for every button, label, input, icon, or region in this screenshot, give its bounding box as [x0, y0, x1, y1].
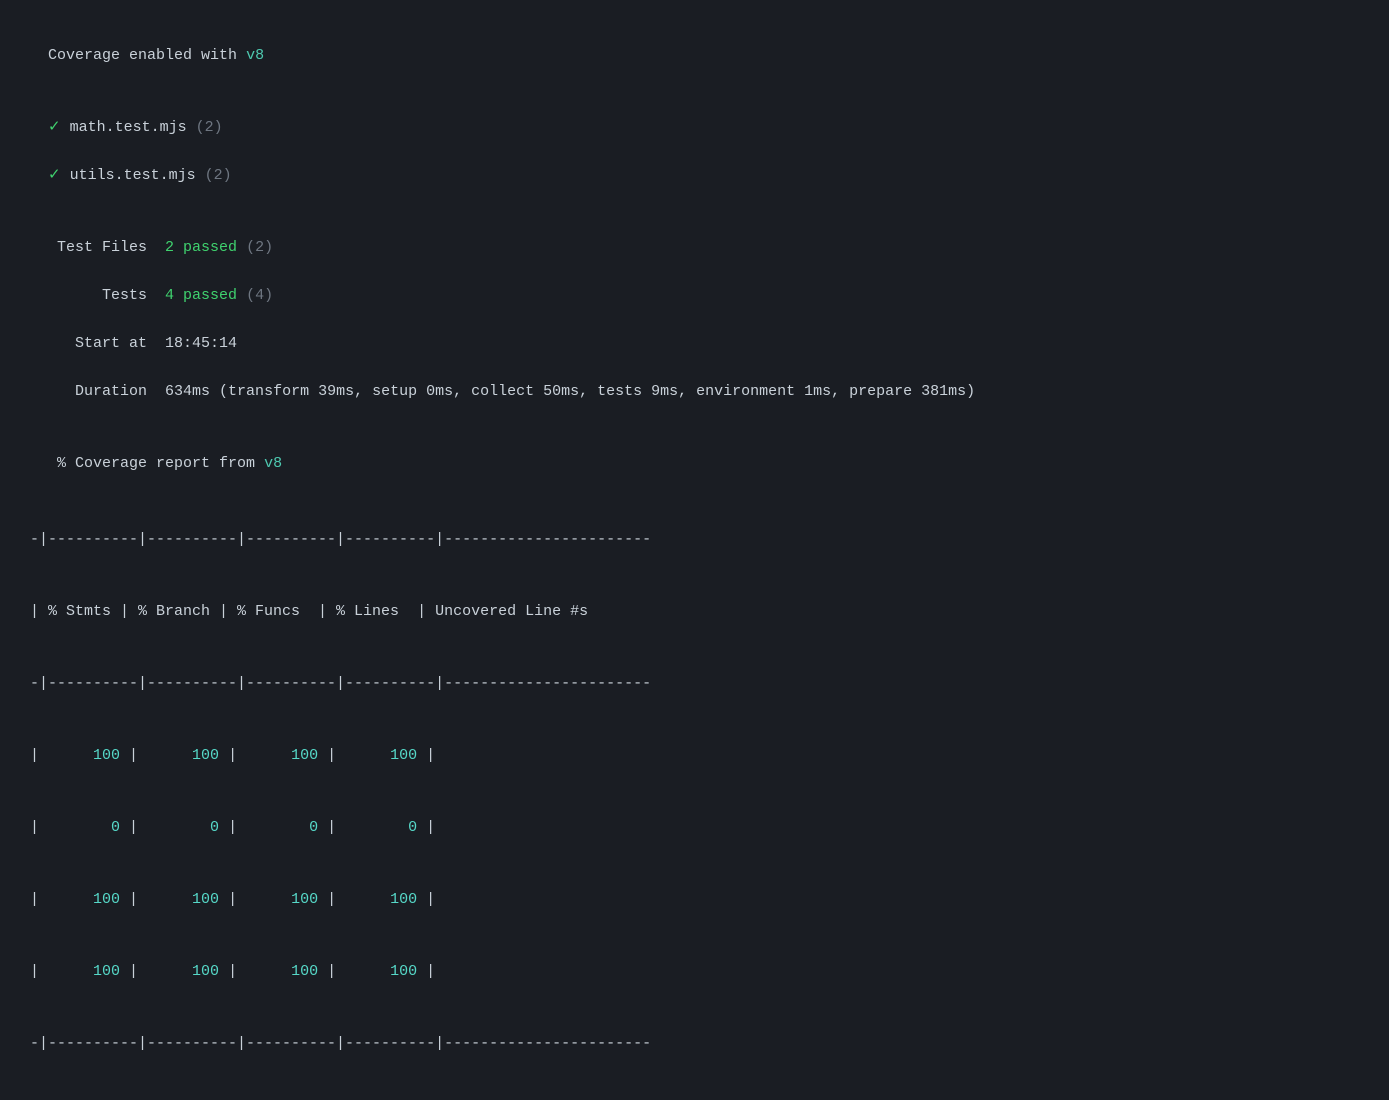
table-data-row-1: | 100 | 100 | 100 | 100 |: [30, 744, 1359, 768]
tests-total: (4): [246, 287, 273, 304]
table-data-row-2: | 0 | 0 | 0 | 0 |: [30, 816, 1359, 840]
checkmark-icon-2: ✓: [48, 167, 70, 184]
tests-label: Tests: [48, 287, 165, 304]
coverage-report-label: % Coverage report from: [48, 455, 264, 472]
duration-label: Duration: [48, 383, 165, 400]
coverage-report-v8: v8: [264, 455, 282, 472]
test-file-1-count: (2): [196, 119, 223, 136]
test-file-1-name: math.test.mjs: [70, 119, 196, 136]
test-files-passed: 2 passed: [165, 239, 246, 256]
start-at-value: 18:45:14: [165, 335, 237, 352]
coverage-v8-badge: v8: [246, 47, 264, 64]
start-at-label: Start at: [48, 335, 165, 352]
table-data-row-3: | 100 | 100 | 100 | 100 |: [30, 888, 1359, 912]
duration-value: 634ms (transform 39ms, setup 0ms, collec…: [165, 383, 975, 400]
test-files-label: Test Files: [48, 239, 165, 256]
table-data-row-4: | 100 | 100 | 100 | 100 |: [30, 960, 1359, 984]
table-header-row: | % Stmts | % Branch | % Funcs | % Lines…: [30, 600, 1359, 624]
table-separator-mid: -|----------|----------|----------|-----…: [30, 672, 1359, 696]
test-file-2-count: (2): [205, 167, 232, 184]
coverage-enabled-text: Coverage enabled with: [48, 47, 246, 64]
test-files-total: (2): [246, 239, 273, 256]
table-separator-top: -|----------|----------|----------|-----…: [30, 528, 1359, 552]
table-separator-bottom: -|----------|----------|----------|-----…: [30, 1032, 1359, 1056]
test-file-2-name: utils.test.mjs: [70, 167, 205, 184]
tests-passed: 4 passed: [165, 287, 246, 304]
coverage-table: -|----------|----------|----------|-----…: [30, 480, 1359, 1080]
checkmark-icon-1: ✓: [48, 119, 70, 136]
